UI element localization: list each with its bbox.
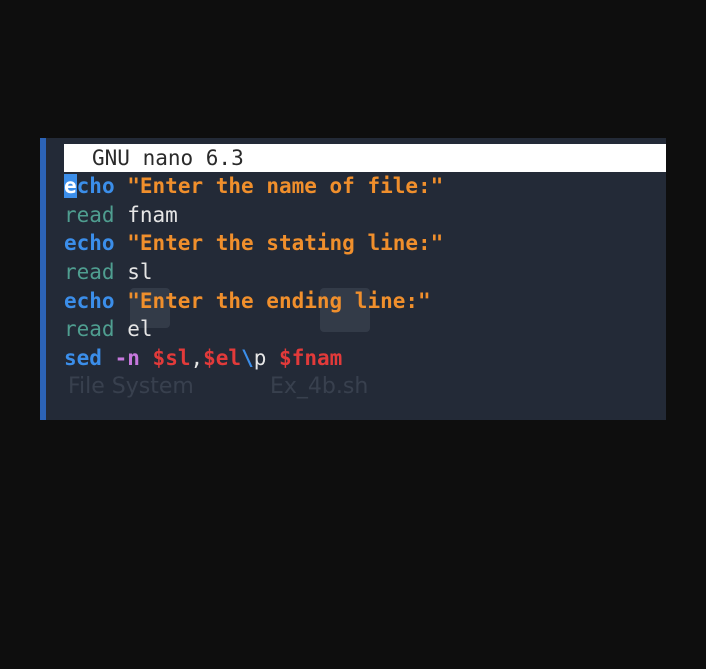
keyword-read: read xyxy=(64,202,115,227)
code-line-5[interactable]: echo "Enter the ending line:" xyxy=(64,287,664,316)
nano-title-bar: GNU nano 6.3 xyxy=(64,144,666,172)
shell-variable-file: $fnam xyxy=(279,346,343,371)
code-line-6[interactable]: read el xyxy=(64,315,664,344)
keyword-read: read xyxy=(64,317,115,342)
comma: , xyxy=(190,346,204,371)
string-literal: "Enter the ending line:" xyxy=(127,288,431,313)
variable-name: sl xyxy=(127,260,153,285)
code-line-3[interactable]: echo "Enter the stating line:" xyxy=(64,229,664,258)
keyword-echo: echo xyxy=(64,231,115,256)
keyword-echo: echo xyxy=(64,288,115,313)
keyword-echo: cho xyxy=(76,174,115,198)
keyword-sed: sed xyxy=(64,346,102,371)
code-line-2[interactable]: read fnam xyxy=(64,201,664,230)
editor-buffer[interactable]: echo "Enter the name of file:" read fnam… xyxy=(64,172,664,373)
code-line-4[interactable]: read sl xyxy=(64,258,664,287)
window-accent-bar xyxy=(40,138,46,420)
code-line-7[interactable]: sed -n $sl,$el\p $fnam xyxy=(64,344,664,373)
nano-terminal-window[interactable]: File System Ex_4b.sh GNU nano 6.3 echo "… xyxy=(40,138,666,420)
string-literal: "Enter the name of file:" xyxy=(127,174,444,198)
variable-name: el xyxy=(127,317,153,342)
shell-variable-end: $el xyxy=(203,346,242,371)
code-line-1[interactable]: echo "Enter the name of file:" xyxy=(64,172,664,201)
string-literal: "Enter the stating line:" xyxy=(127,231,444,256)
keyword-read: read xyxy=(64,260,115,285)
shell-variable-start: $sl xyxy=(152,346,191,371)
escape-backslash: \ xyxy=(241,346,254,371)
desktop-icon-label-script: Ex_4b.sh xyxy=(270,374,369,399)
desktop-icon-label-file-system: File System xyxy=(68,374,194,399)
variable-name: fnam xyxy=(127,202,178,227)
app-version-title: GNU nano 6.3 xyxy=(92,146,244,170)
option-flag: -n xyxy=(114,346,140,371)
text-cursor: e xyxy=(64,174,77,198)
print-command: p xyxy=(253,346,267,371)
